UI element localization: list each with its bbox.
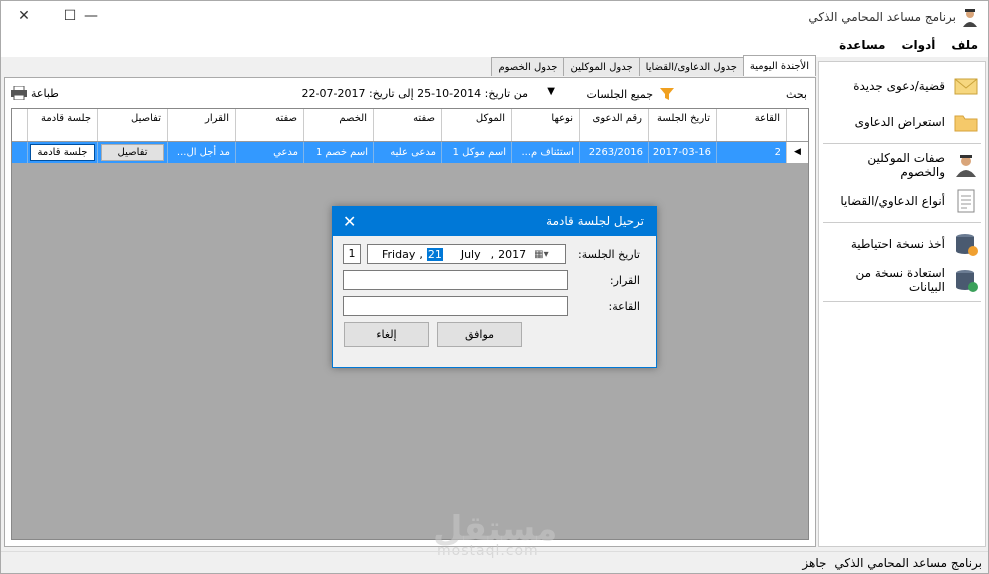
status-bar: برنامج مساعد المحامي الذكي جاهز	[1, 551, 988, 573]
table-cell: اسم خصم 1	[303, 142, 373, 163]
sidebar-item-label: أنواع الدعاوي/القضايا	[840, 194, 945, 208]
dialog-title-bar: ترحيل لجلسة قادمة ✕	[333, 207, 656, 236]
next-session-cell: جلسة قادمة	[27, 142, 97, 163]
database-backup-icon	[956, 234, 978, 256]
dialog-title: ترحيل لجلسة قادمة	[546, 214, 644, 228]
all-sessions-filter[interactable]: جميع الجلسات	[587, 88, 654, 101]
table-cell: مدعى عليه	[373, 142, 441, 163]
table-cell: اسم موكل 1	[441, 142, 511, 163]
close-button[interactable]: ✕	[1, 1, 47, 31]
menu-tools[interactable]: أدوات	[901, 38, 935, 52]
decision-label: القرار:	[609, 274, 640, 287]
date-year[interactable]: 2017	[498, 248, 526, 261]
tab-cases[interactable]: جدول الدعاوى/القضايا	[638, 57, 744, 76]
date-day[interactable]: 21	[426, 247, 443, 261]
tab-clients[interactable]: جدول الموكلين	[563, 57, 640, 76]
date-month[interactable]: July	[461, 248, 481, 261]
database-restore-icon	[956, 270, 978, 292]
lawyer-app-icon	[963, 9, 977, 27]
tab-strip: الأجندة اليومية جدول الدعاوى/القضايا جدو…	[491, 55, 816, 77]
toolbar: بحث جميع الجلسات ▼ من تاريخ: 2014-10-25 …	[5, 78, 815, 108]
table-cell: مدعي	[235, 142, 303, 163]
sidebar-divider	[823, 301, 981, 302]
search-button[interactable]: بحث	[786, 88, 807, 101]
print-button[interactable]: طباعة	[11, 86, 59, 100]
column-header[interactable]: تاريخ الجلسة	[648, 109, 716, 141]
row-header-cell	[786, 109, 808, 141]
status-state: جاهز	[802, 555, 827, 570]
sidebar-item-browse-cases[interactable]: استعراض الدعاوى	[819, 104, 985, 140]
sidebar-item-restore[interactable]: استعادة نسخة من البيانات	[819, 262, 985, 298]
sidebar-item-label: قضية/دعوى جديدة	[853, 79, 945, 93]
table-cell: استئناف م...	[511, 142, 579, 163]
day-spinner[interactable]: 1	[343, 244, 361, 264]
row-selector-arrow[interactable]: ◀	[786, 142, 808, 163]
session-date-label: تاريخ الجلسة:	[578, 248, 640, 261]
app-window: برنامج مساعد المحامي الذكي — ☐ ✕ ملف أدو…	[0, 0, 989, 574]
title-bar: برنامج مساعد المحامي الذكي — ☐ ✕	[1, 1, 988, 33]
next-session-button[interactable]: جلسة قادمة	[30, 144, 95, 161]
tab-daily-agenda[interactable]: الأجندة اليومية	[742, 55, 816, 76]
menu-file[interactable]: ملف	[951, 38, 978, 52]
column-header[interactable]: الخصم	[303, 109, 373, 141]
menu-help[interactable]: مساعدة	[839, 38, 885, 52]
column-header[interactable]: القرار	[167, 109, 235, 141]
column-header[interactable]: جلسة قادمة	[27, 109, 97, 141]
document-icon	[957, 189, 975, 213]
date-weekday[interactable]: Friday	[382, 248, 415, 261]
lawyer-icon	[956, 155, 976, 177]
postpone-session-dialog: ترحيل لجلسة قادمة ✕ تاريخ الجلسة: Friday…	[332, 206, 657, 368]
status-app-name: برنامج مساعد المحامي الذكي	[834, 555, 982, 570]
sidebar-item-label: أخذ نسخة احتياطية	[850, 237, 945, 251]
sidebar-item-backup[interactable]: أخذ نسخة احتياطية	[819, 226, 985, 262]
maximize-button[interactable]: ☐	[50, 1, 90, 31]
table-row[interactable]: ◀ 2 2017-03-16 2263/2016 استئناف م... اس…	[12, 142, 808, 163]
tab-opponents[interactable]: جدول الخصوم	[491, 57, 565, 76]
sidebar-divider	[823, 143, 981, 144]
column-header[interactable]: صفته	[373, 109, 441, 141]
print-label: طباعة	[31, 86, 59, 100]
envelope-icon	[954, 78, 978, 95]
ok-button[interactable]: موافق	[437, 322, 522, 347]
decision-field[interactable]	[343, 270, 568, 290]
hall-field[interactable]	[343, 296, 568, 316]
sidebar-item-case-types[interactable]: أنواع الدعاوي/القضايا	[819, 183, 985, 219]
hall-label: القاعة:	[608, 300, 641, 313]
calendar-icon[interactable]: ▦▾	[534, 249, 548, 260]
details-cell: تفاصيل	[97, 142, 167, 163]
date-range-label: من تاريخ: 2014-10-25 إلى تاريخ: 2017-07-…	[301, 87, 528, 100]
column-header[interactable]: رقم الدعوى	[579, 109, 648, 141]
table-cell: 2263/2016	[579, 142, 648, 163]
sidebar-item-label: استعادة نسخة من البيانات	[855, 266, 945, 294]
column-header[interactable]: الموكل	[441, 109, 511, 141]
sidebar-item-party-roles[interactable]: صفات الموكلين والخصوم	[819, 147, 985, 183]
sidebar-item-label: استعراض الدعاوى	[854, 115, 945, 129]
sidebar: قضية/دعوى جديدة استعراض الدعاوى صفات الم…	[818, 61, 986, 547]
column-header[interactable]: صفته	[235, 109, 303, 141]
column-header[interactable]: نوعها	[511, 109, 579, 141]
chevron-down-icon[interactable]: ▼	[547, 86, 555, 97]
table-cell: مد أجل ال...	[167, 142, 235, 163]
sidebar-divider	[823, 222, 981, 223]
session-date-picker[interactable]: Friday , 21 July , 2017 ▦▾	[367, 244, 566, 264]
details-button[interactable]: تفاصيل	[101, 144, 164, 161]
column-header[interactable]: تفاصيل	[97, 109, 167, 141]
printer-icon	[11, 86, 27, 100]
sidebar-item-label: صفات الموكلين والخصوم	[867, 151, 945, 179]
close-icon[interactable]: ✕	[343, 207, 356, 236]
filter-icon[interactable]	[659, 86, 675, 102]
table-cell: 2017-03-16	[648, 142, 716, 163]
menu-bar: ملف أدوات مساعدة	[1, 33, 988, 57]
grid-header: القاعة تاريخ الجلسة رقم الدعوى نوعها الم…	[12, 109, 808, 142]
column-header[interactable]: القاعة	[716, 109, 786, 141]
window-title: برنامج مساعد المحامي الذكي	[808, 10, 956, 24]
sidebar-item-new-case[interactable]: قضية/دعوى جديدة	[819, 68, 985, 104]
cancel-button[interactable]: إلغاء	[344, 322, 429, 347]
folder-icon	[954, 115, 978, 132]
table-cell: 2	[716, 142, 786, 163]
